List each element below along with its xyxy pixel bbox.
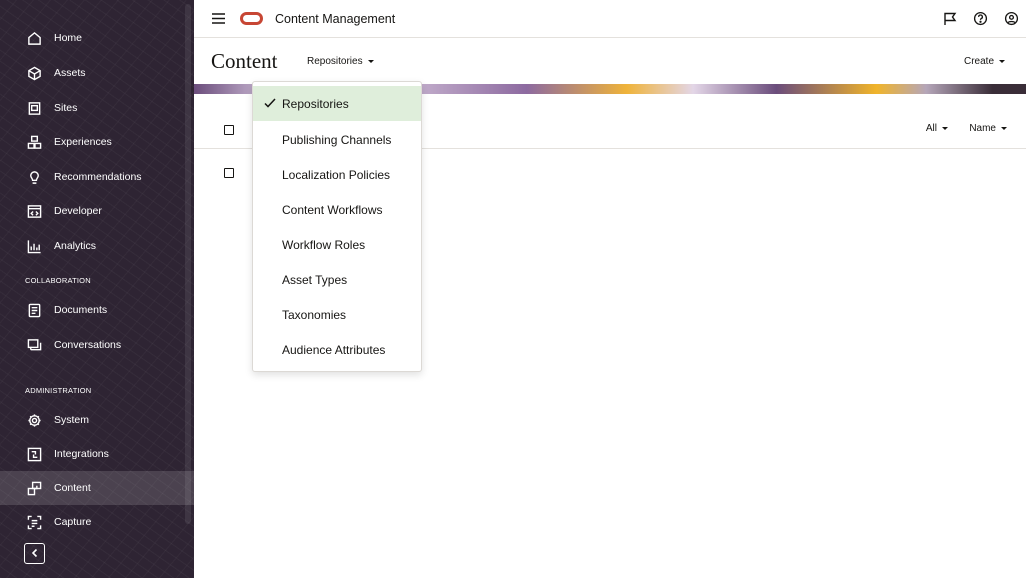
sidebar-item-developer[interactable]: Developer	[0, 194, 194, 228]
checkmark-icon	[263, 96, 277, 110]
page-title: Content	[211, 49, 278, 73]
sidebar-item-sites[interactable]: Sites	[0, 91, 194, 125]
sidebar-item-label: Developer	[54, 205, 102, 217]
menu-item-label: Workflow Roles	[282, 237, 366, 252]
menu-item-label: Localization Policies	[282, 167, 391, 182]
conversations-icon	[26, 337, 42, 353]
create-button-label: Create	[963, 56, 994, 67]
sidebar-item-documents[interactable]: Documents	[0, 293, 194, 327]
menu-item-workflow-roles[interactable]: Workflow Roles	[253, 227, 421, 262]
menu-item-repositories[interactable]: Repositories	[253, 86, 421, 121]
home-icon	[26, 30, 42, 46]
caret-down-icon	[942, 127, 948, 130]
top-bar-actions	[941, 10, 1020, 27]
menu-item-asset-types[interactable]: Asset Types	[253, 262, 421, 297]
sidebar-item-analytics[interactable]: Analytics	[0, 229, 194, 263]
sidebar-item-label: Documents	[54, 304, 108, 316]
menu-item-label: Content Workflows	[282, 202, 383, 217]
menu-item-taxonomies[interactable]: Taxonomies	[253, 297, 421, 332]
sidebar-item-label: Experiences	[54, 136, 112, 148]
top-bar: Content Management	[194, 0, 1026, 38]
flag-icon[interactable]	[941, 10, 958, 27]
menu-item-label: Taxonomies	[282, 307, 347, 322]
create-button[interactable]: Create	[964, 56, 1005, 67]
app-title: Content Management	[275, 11, 396, 26]
select-all-checkbox[interactable]	[224, 125, 234, 135]
developer-icon	[26, 203, 42, 219]
sidebar-item-content[interactable]: Content	[0, 471, 194, 505]
integrations-icon	[26, 446, 42, 462]
sidebar: Home Assets Sites Experiences Recommenda…	[0, 0, 194, 578]
sidebar-item-label: Assets	[54, 67, 86, 79]
assets-icon	[26, 65, 42, 81]
capture-icon	[26, 514, 42, 530]
menu-item-localization-policies[interactable]: Localization Policies	[253, 157, 421, 192]
sidebar-item-label: Content	[54, 482, 91, 494]
collapse-sidebar-button[interactable]	[24, 543, 45, 564]
sidebar-item-label: Integrations	[54, 448, 109, 460]
menu-item-publishing-channels[interactable]: Publishing Channels	[253, 122, 421, 157]
documents-icon	[26, 302, 42, 318]
sidebar-item-assets[interactable]: Assets	[0, 56, 194, 90]
sites-icon	[26, 100, 42, 116]
caret-down-icon	[367, 60, 374, 63]
row-checkbox[interactable]	[224, 168, 234, 178]
user-avatar-icon[interactable]	[1003, 10, 1020, 27]
content-icon	[26, 480, 42, 496]
page-header: Content Repositories Create	[194, 38, 1026, 84]
sidebar-item-label: Sites	[54, 102, 78, 114]
sort-name-dropdown[interactable]: Name	[969, 123, 1007, 134]
menu-item-content-workflows[interactable]: Content Workflows	[253, 192, 421, 227]
caret-down-icon	[1001, 127, 1007, 130]
repositories-dropdown-label: Repositories	[307, 56, 363, 67]
section-label-administration: ADMINISTRATION	[25, 386, 92, 395]
oracle-logo[interactable]	[240, 12, 263, 25]
system-gear-icon	[26, 412, 42, 428]
sidebar-item-label: Capture	[54, 516, 92, 528]
help-icon[interactable]	[972, 10, 989, 27]
section-label-collaboration: COLLABORATION	[25, 276, 91, 285]
sidebar-item-recommendations[interactable]: Recommendations	[0, 160, 194, 194]
sort-name-label: Name	[969, 123, 996, 134]
sidebar-item-integrations[interactable]: Integrations	[0, 437, 194, 471]
filter-all-label: All	[925, 123, 937, 134]
sidebar-item-experiences[interactable]: Experiences	[0, 125, 194, 159]
sidebar-item-system[interactable]: System	[0, 403, 194, 437]
menu-item-label: Publishing Channels	[282, 132, 392, 147]
hamburger-menu-icon[interactable]	[210, 11, 226, 27]
repositories-dropdown-menu: Repositories Publishing Channels Localiz…	[252, 81, 422, 372]
menu-item-label: Asset Types	[282, 272, 348, 287]
sidebar-item-home[interactable]: Home	[0, 21, 194, 55]
sidebar-item-capture[interactable]: Capture	[0, 505, 194, 539]
menu-item-label: Audience Attributes	[282, 342, 386, 357]
sidebar-item-conversations[interactable]: Conversations	[0, 328, 194, 362]
sidebar-item-label: Home	[54, 32, 83, 44]
analytics-icon	[26, 238, 42, 254]
experiences-icon	[26, 134, 42, 150]
sidebar-item-label: Conversations	[54, 339, 122, 351]
menu-item-audience-attributes[interactable]: Audience Attributes	[253, 332, 421, 367]
repositories-dropdown[interactable]: Repositories	[307, 56, 374, 67]
chevron-left-icon	[31, 545, 39, 563]
recommendations-icon	[26, 169, 42, 185]
menu-item-label: Repositories	[282, 96, 349, 111]
filter-all-dropdown[interactable]: All	[926, 123, 948, 134]
caret-down-icon	[999, 60, 1005, 63]
sidebar-item-label: Analytics	[54, 240, 97, 252]
sidebar-item-label: System	[54, 414, 90, 426]
sidebar-item-label: Recommendations	[54, 171, 142, 183]
